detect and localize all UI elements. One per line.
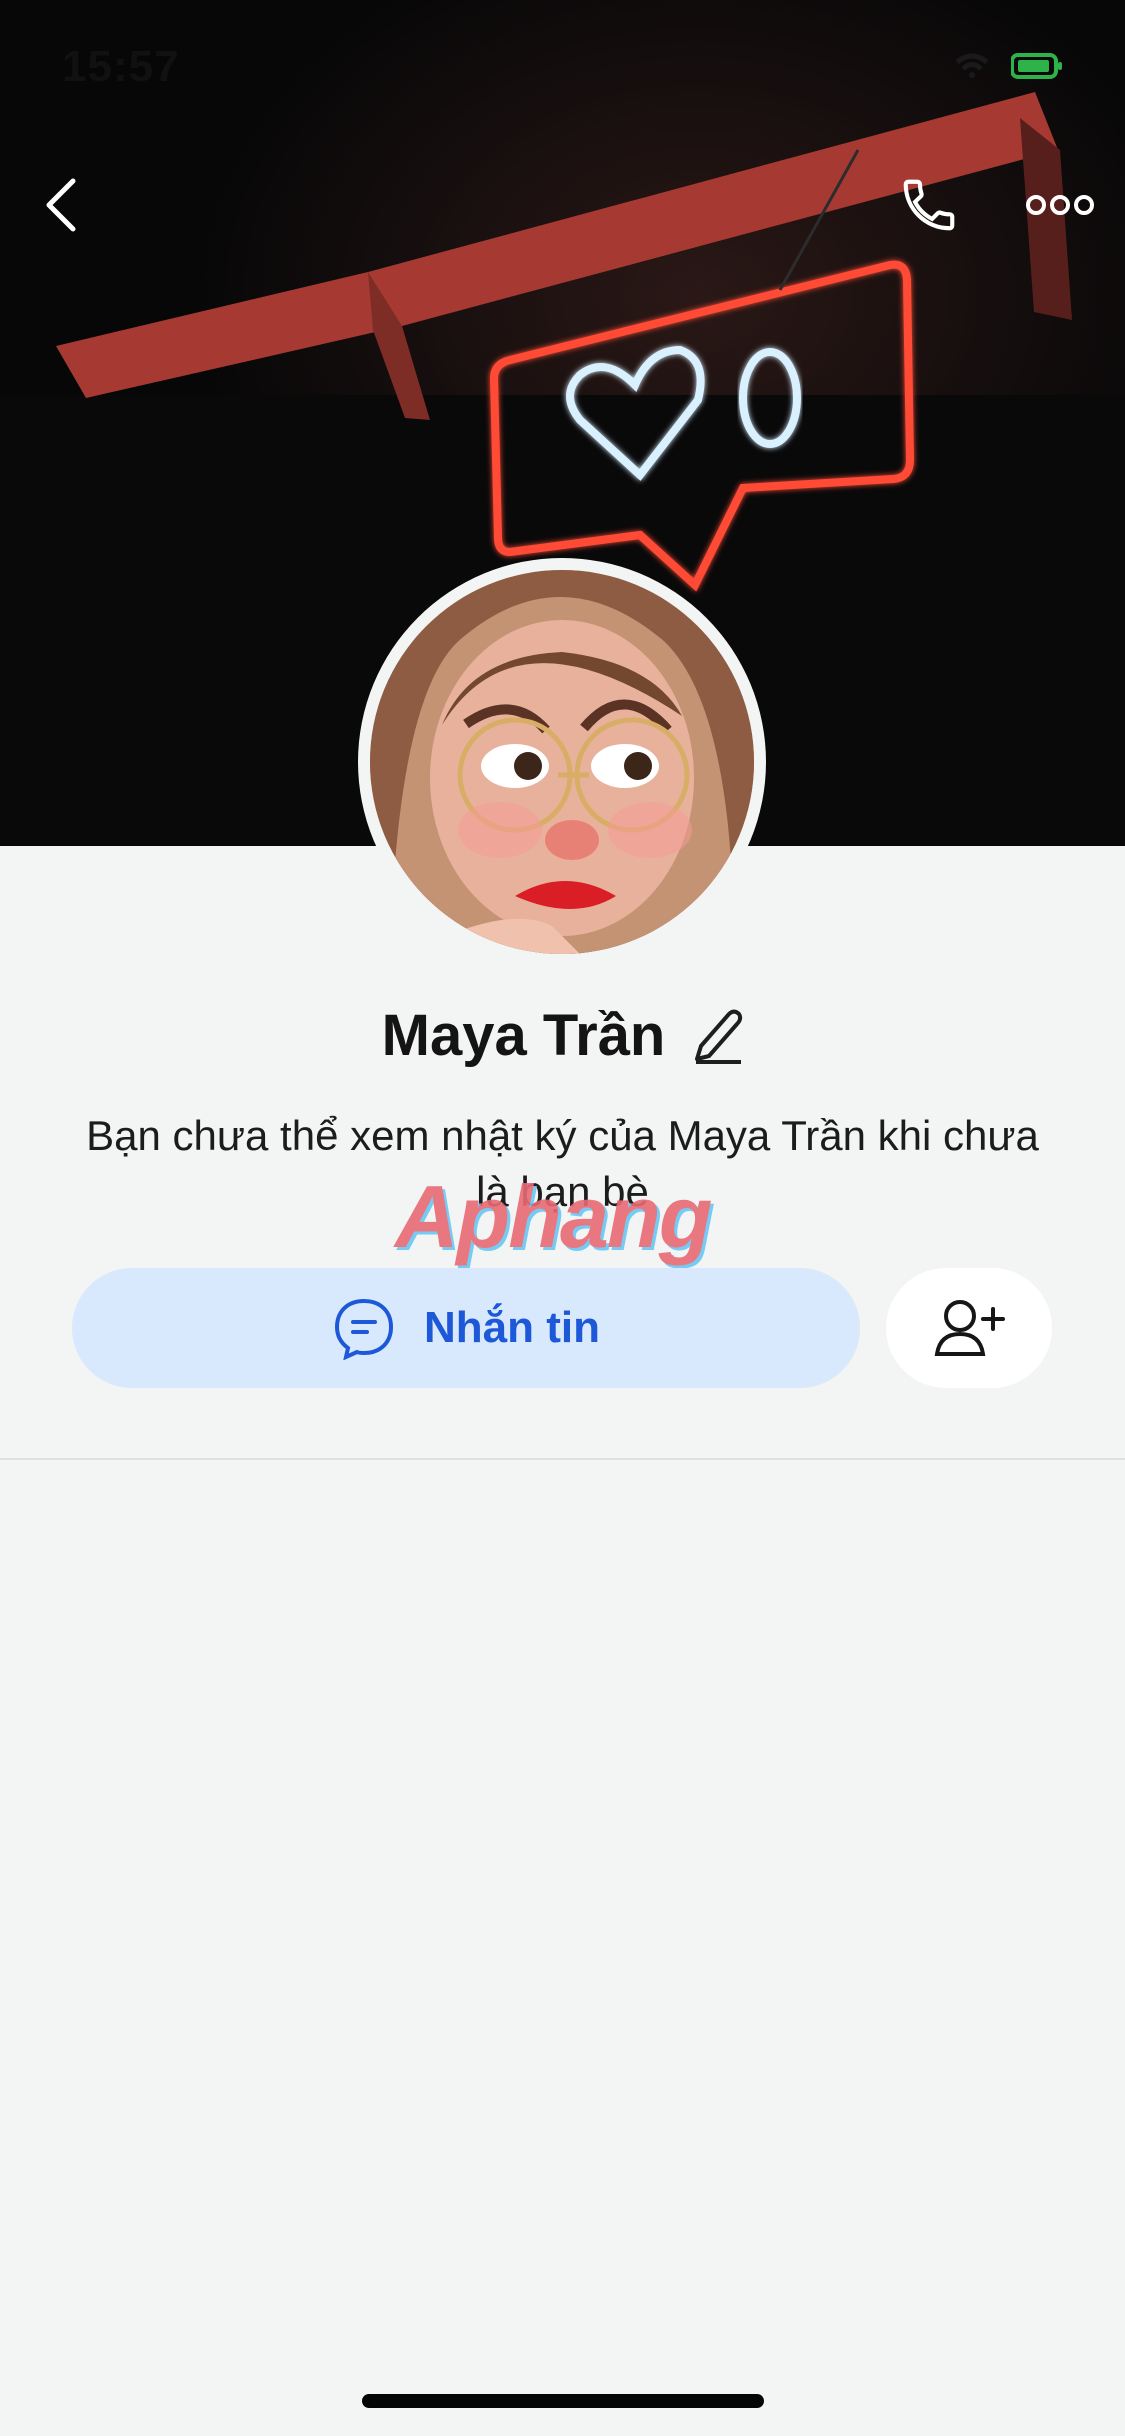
- more-options-button[interactable]: [1015, 160, 1105, 250]
- add-friend-button[interactable]: [886, 1268, 1052, 1388]
- add-user-icon: [934, 1300, 1005, 1356]
- more-horizontal-icon: [1026, 195, 1094, 215]
- chat-bubble-icon: [334, 1298, 394, 1360]
- status-indicators: [953, 52, 1063, 80]
- battery-icon: [1011, 53, 1062, 79]
- watermark: Aphang: [395, 1167, 713, 1266]
- chevron-left-icon: [46, 178, 76, 232]
- status-time: 15:57: [62, 42, 180, 91]
- message-button[interactable]: Nhắn tin: [72, 1268, 860, 1388]
- avatar-illustration: [370, 570, 754, 954]
- section-divider: [0, 1458, 1125, 1460]
- call-button[interactable]: [884, 160, 974, 250]
- message-button-label: Nhắn tin: [424, 1303, 600, 1352]
- avatar-ring: [358, 558, 766, 966]
- status-bar: 15:57: [0, 0, 1125, 130]
- home-indicator[interactable]: [362, 2394, 764, 2408]
- profile-name-row: Maya Trần: [0, 990, 1125, 1080]
- phone-icon: [903, 179, 955, 231]
- pencil-icon[interactable]: [691, 1006, 743, 1064]
- avatar[interactable]: [370, 570, 754, 954]
- back-button[interactable]: [16, 160, 106, 250]
- profile-name: Maya Trần: [381, 1002, 666, 1068]
- wifi-icon: [955, 53, 989, 78]
